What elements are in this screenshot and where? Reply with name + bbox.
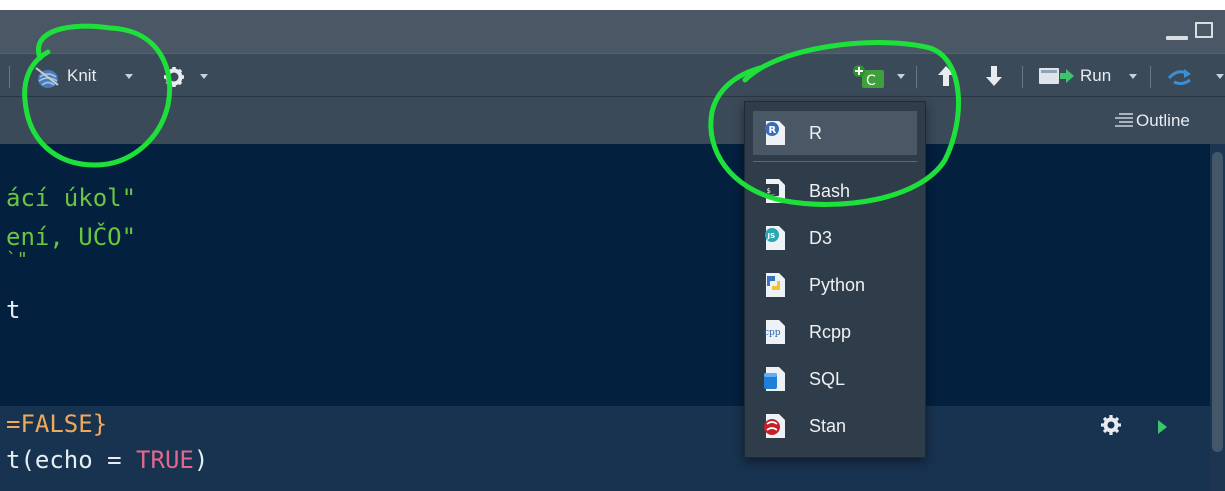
svg-text:C: C [866, 73, 876, 89]
code-token: ) [193, 446, 209, 474]
chunk-code-line[interactable]: t(echo = TRUE) [6, 446, 208, 474]
rstudio-window: Knit C Run Outline ácí úkol" ení, UČO" `… [0, 0, 1225, 491]
run-icon[interactable] [1038, 66, 1076, 86]
chunk-settings-gear-icon[interactable] [1100, 414, 1122, 436]
maximize-icon[interactable] [1195, 22, 1213, 38]
editor-toolbar: Knit C Run [0, 53, 1225, 97]
menu-item-bash[interactable]: $_ Bash [753, 169, 917, 213]
menu-item-python[interactable]: Python [753, 263, 917, 307]
arrow-down-icon[interactable] [985, 65, 1003, 87]
toolbar-separator [9, 66, 10, 88]
menu-item-label: Rcpp [809, 322, 852, 342]
sql-file-icon [764, 367, 785, 391]
outline-icon[interactable] [1114, 112, 1134, 128]
menu-item-stan[interactable]: Stan [753, 404, 917, 448]
d3-file-icon: JS [765, 226, 785, 250]
editor-subbar: Outline [0, 97, 1225, 144]
rerun-icon[interactable] [1166, 66, 1200, 86]
outline-button[interactable]: Outline [1136, 97, 1190, 144]
menu-item-rcpp[interactable]: cpp Rcpp [753, 310, 917, 354]
menu-item-label: Bash [809, 181, 851, 201]
code-token-keyword: TRUE [136, 446, 194, 474]
svg-text:JS: JS [767, 232, 776, 240]
run-chunk-play-icon[interactable] [1158, 420, 1167, 434]
menu-item-r[interactable]: R R [753, 111, 917, 155]
gear-icon[interactable] [163, 66, 185, 88]
insert-chunk-dropdown-caret-icon[interactable] [897, 74, 905, 79]
chunk-header-line[interactable]: =FALSE} [6, 410, 107, 438]
bash-file-icon: $_ [765, 179, 785, 203]
toolbar-separator [1022, 66, 1023, 88]
minimize-icon[interactable] [1166, 36, 1188, 40]
code-line[interactable]: ácí úkol" [6, 184, 136, 212]
knit-yarn-icon[interactable] [34, 65, 60, 89]
stan-file-icon [764, 414, 785, 438]
menu-item-label: SQL [809, 369, 846, 389]
menu-item-sql[interactable]: SQL [753, 357, 917, 401]
python-file-icon [766, 273, 785, 297]
knit-button[interactable]: Knit [67, 54, 96, 98]
insert-chunk-icon[interactable]: C [852, 64, 886, 90]
settings-dropdown-caret-icon[interactable] [200, 74, 208, 79]
editor-scrollbar-thumb[interactable] [1212, 152, 1223, 452]
code-line[interactable]: ení, UČO" [6, 223, 136, 251]
r-file-icon: R [765, 121, 785, 145]
run-dropdown-caret-icon[interactable] [1129, 74, 1137, 79]
rcpp-file-icon: cpp [764, 320, 785, 344]
svg-text:R: R [769, 125, 777, 136]
menu-item-label: Python [809, 275, 866, 295]
knit-dropdown-caret-icon[interactable] [125, 74, 133, 79]
menu-item-label: R [809, 123, 822, 143]
code-token: t(echo = [6, 446, 137, 474]
rerun-dropdown-caret-icon[interactable] [1216, 74, 1224, 79]
insert-chunk-menu: R R $_ Bash JS D3 Python cpp Rcpp SQL St… [744, 101, 926, 458]
menu-item-label: Stan [809, 416, 847, 436]
toolbar-separator [1150, 66, 1151, 88]
code-line[interactable]: t [6, 296, 20, 324]
arrow-up-icon[interactable] [937, 65, 955, 87]
run-button[interactable]: Run [1080, 54, 1111, 98]
svg-text:cpp: cpp [764, 328, 781, 338]
toolbar-separator [916, 66, 917, 88]
code-line[interactable]: `" [6, 249, 28, 270]
menu-separator [753, 161, 917, 162]
window-titlebar [0, 10, 1225, 53]
menu-item-label: D3 [809, 228, 833, 248]
menu-item-d3[interactable]: JS D3 [753, 216, 917, 260]
svg-text:$_: $_ [767, 187, 776, 195]
